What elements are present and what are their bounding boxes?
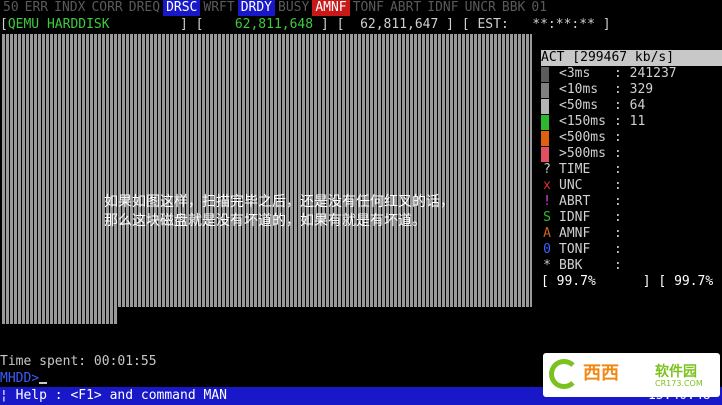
watermark-url: CR173.COM — [655, 379, 703, 388]
status-flag-indx: INDX — [54, 0, 86, 15]
timing-row: <50ms : 64 — [541, 98, 722, 114]
est-value: **:**:** — [532, 17, 595, 32]
error-label: ABRT — [559, 194, 591, 209]
timing-swatch — [541, 67, 549, 82]
timing-value: : — [614, 146, 630, 161]
watermark-name: 西西 — [583, 363, 619, 384]
timing-label: <150ms — [559, 114, 606, 129]
scan-block-map — [2, 34, 532, 324]
timing-swatch — [541, 147, 549, 162]
error-label: IDNF — [559, 210, 591, 225]
timing-value: : 241237 — [614, 66, 677, 81]
error-count: : — [614, 242, 622, 257]
status-flag-drsc: DRSC — [163, 0, 201, 16]
error-row-abrt: ! ABRT: — [541, 194, 722, 210]
status-flag-wrft: WRFT — [203, 0, 235, 15]
error-label: TIME — [559, 162, 591, 177]
status-flag-bbk: BBK — [501, 0, 526, 15]
error-row-time: ? TIME: — [541, 162, 722, 178]
error-amnf-icon: A — [543, 226, 551, 241]
error-unc-icon: x — [543, 178, 551, 193]
error-label: BBK — [559, 258, 583, 273]
progress-left: 99.7% — [556, 274, 596, 289]
error-time-icon: ? — [543, 162, 551, 177]
timing-swatch — [541, 115, 549, 130]
status-flag-err: ERR — [24, 0, 49, 15]
timing-value: : — [614, 130, 630, 145]
status-flag-dreq: DREQ — [128, 0, 161, 15]
error-count: : — [614, 258, 622, 273]
timing-row: <150ms : 11 — [541, 114, 722, 130]
error-label: UNC — [559, 178, 583, 193]
caption-line-1: 如果如图这样，扫描完毕之后，还是没有任何红叉的话， — [104, 194, 454, 210]
drive-name: QEMU HARDDISK — [7, 17, 110, 32]
timing-label: >500ms — [559, 146, 606, 161]
timing-value: : 329 — [614, 82, 654, 97]
timing-label: <500ms — [559, 130, 606, 145]
error-bbk-icon: * — [543, 258, 551, 273]
error-row-amnf: A AMNF: — [541, 226, 722, 242]
watermark-logo: 西西 软件园 CR173.COM — [543, 353, 720, 397]
watermark-tag: 软件园 — [655, 364, 697, 380]
act-speed-header: ACT [299467 kb/s] — [541, 50, 722, 66]
status-flag-abrt: ABRT — [389, 0, 422, 15]
status-flag-corr: CORR — [91, 0, 123, 15]
max-lba: 62,811,647 — [360, 17, 439, 32]
timing-value: : 64 — [614, 98, 646, 113]
error-count: : — [614, 162, 622, 177]
timing-swatch — [541, 99, 549, 114]
error-tonf-icon: 0 — [543, 242, 551, 257]
timing-row: <3ms : 241237 — [541, 66, 722, 82]
status-flag-idnf: IDNF — [427, 0, 459, 15]
timing-label: <3ms — [559, 66, 591, 81]
timing-swatch — [541, 131, 549, 146]
status-flag-busy: BUSY — [278, 0, 310, 15]
status-flag-tonf: TONF — [352, 0, 384, 15]
watermark-c-icon — [549, 359, 579, 389]
status-flag-01: 01 — [531, 0, 548, 15]
timing-row: >500ms: — [541, 146, 722, 162]
time-spent: Time spent: 00:01:55 — [0, 354, 157, 369]
timing-swatch — [541, 83, 549, 98]
drive-info-line: [QEMU HARDDISK ] [ 62,811,648 ] [ 62,811… — [0, 17, 611, 32]
command-prompt[interactable]: MHDD> — [0, 371, 48, 387]
cursor — [39, 382, 48, 384]
status-flags-bar: 50 ERR INDX CORR DREQ DRSC WRFT DRDY BUSY AMNF TON… — [0, 0, 722, 17]
status-flag-uncr: UNCR — [464, 0, 496, 15]
stats-panel: ACT [299467 kb/s] <3ms : 241237 <10ms : 329… — [541, 50, 722, 290]
error-label: TONF — [559, 242, 591, 257]
error-idnf-icon: S — [543, 210, 551, 225]
current-lba: 62,811,648 — [234, 17, 314, 32]
timing-label: <10ms — [559, 82, 599, 97]
progress-right: 99.7% — [674, 274, 714, 289]
error-count: : — [614, 178, 622, 193]
error-row-tonf: 0 TONF: — [541, 242, 722, 258]
overlay-caption: 如果如图这样，扫描完毕之后，还是没有任何红叉的话， 那么这块磁盘就是没有坏道的，如… — [104, 193, 454, 231]
caption-line-2: 那么这块磁盘就是没有坏道的，如果有就是有坏道。 — [104, 213, 426, 229]
timing-value: : 11 — [614, 114, 646, 129]
error-row-idnf: S IDNF: — [541, 210, 722, 226]
progress-readout: [ 99.7% ] [ 99.7% ] — [541, 274, 722, 289]
timing-label: <50ms — [559, 98, 599, 113]
scan-map-remaining-area — [118, 307, 538, 325]
error-count: : — [614, 226, 622, 241]
help-text: ¦ Help : <F1> and command MAN — [0, 388, 227, 403]
status-flag-drdy: DRDY — [237, 0, 276, 16]
timing-row: <10ms : 329 — [541, 82, 722, 98]
error-count: : — [614, 210, 622, 225]
error-count: : — [614, 194, 622, 209]
error-abrt-icon: ! — [543, 194, 551, 209]
status-flag-50: 50 — [3, 0, 19, 15]
prompt-label: MHDD> — [0, 371, 40, 386]
timing-row: <500ms: — [541, 130, 722, 146]
est-label: EST: — [477, 17, 509, 32]
error-label: AMNF — [559, 226, 591, 241]
status-flag-amnf: AMNF — [312, 0, 350, 16]
error-row-bbk: * BBK: — [541, 258, 722, 274]
error-row-unc: x UNC: — [541, 178, 722, 194]
